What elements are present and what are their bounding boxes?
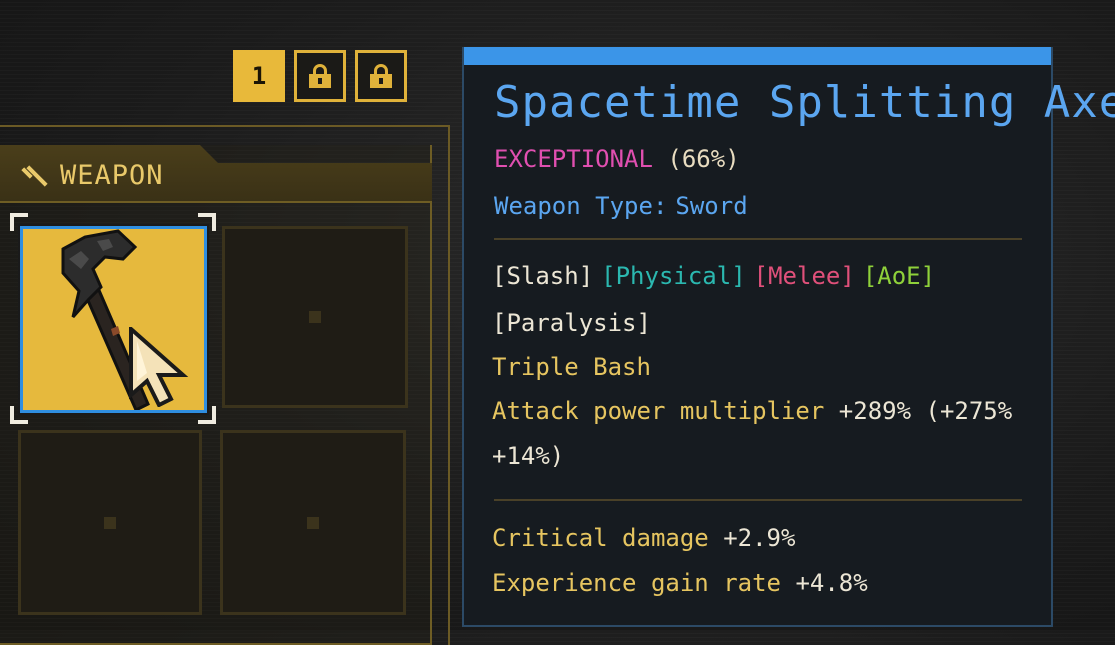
weapon-type: Weapon Type: Sword <box>494 192 748 220</box>
tooltip-divider <box>494 238 1022 240</box>
stat-value: +4.8% <box>795 569 868 597</box>
attack-power-line-cont: +14%) <box>492 442 564 470</box>
tooltip-header-bar <box>464 47 1051 65</box>
tag-slash: [Slash] <box>492 262 594 290</box>
lock-icon <box>370 64 392 88</box>
weapon-type-value: Sword <box>675 192 748 220</box>
attack-power-value: +289% (+275% <box>838 397 1013 425</box>
loadout-tabs: 1 <box>233 50 407 102</box>
loadout-tab-locked-3[interactable] <box>355 50 407 102</box>
tooltip-divider <box>494 499 1022 501</box>
loadout-tab-locked-2[interactable] <box>294 50 346 102</box>
stat-label: Critical damage <box>492 524 709 552</box>
weapon-type-label: Weapon Type: <box>494 192 668 220</box>
tag-paralysis: [Paralysis] <box>492 309 651 337</box>
item-name: Spacetime Splitting Axe <box>494 77 1115 128</box>
item-tags: [Slash] [Physical] [Melee] [AoE] <box>492 262 943 290</box>
attack-power-value-cont: +14%) <box>492 442 565 470</box>
skill-name: Triple Bash <box>492 353 651 381</box>
attack-power-line: Attack power multiplier +289% (+275% <box>492 397 1012 425</box>
rarity-percent: (66%) <box>667 145 740 173</box>
item-rarity: EXCEPTIONAL (66%) <box>494 145 740 173</box>
sword-icon <box>22 163 48 189</box>
tag-melee: [Melee] <box>753 262 855 290</box>
stat-label: Experience gain rate <box>492 569 781 597</box>
weapon-title-label: WEAPON <box>60 160 164 191</box>
tag-aoe: [AoE] <box>862 262 936 290</box>
item-tooltip: Spacetime Splitting Axe EXCEPTIONAL (66%… <box>462 47 1115 627</box>
weapon-slot-empty[interactable] <box>222 226 408 408</box>
rarity-label: EXCEPTIONAL <box>494 145 653 173</box>
tag-physical: [Physical] <box>601 262 746 290</box>
stat-critical-damage: Critical damage +2.9% <box>492 524 795 552</box>
attack-power-label: Attack power multiplier <box>492 397 825 425</box>
cursor-icon <box>129 327 189 407</box>
lock-icon <box>309 64 331 88</box>
stat-value: +2.9% <box>723 524 796 552</box>
weapon-slot-empty[interactable] <box>220 430 406 615</box>
stat-experience-gain: Experience gain rate +4.8% <box>492 569 868 597</box>
weapon-panel-title: WEAPON <box>22 160 164 191</box>
weapon-slot-empty[interactable] <box>18 430 202 615</box>
weapon-slot-selected[interactable] <box>18 224 209 415</box>
loadout-tab-1[interactable]: 1 <box>233 50 285 102</box>
